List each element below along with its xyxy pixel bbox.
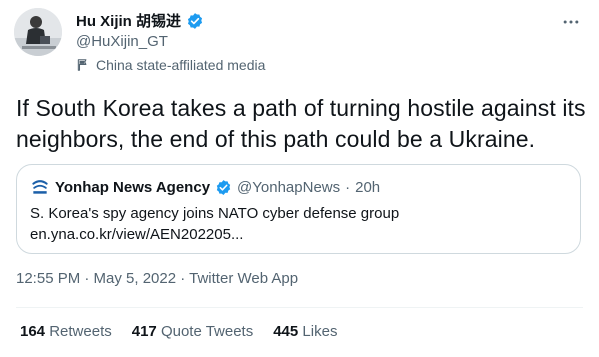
quoted-tweet-card[interactable]: Yonhap News Agency @YonhapNews · 20h S. … xyxy=(16,164,581,254)
likes-count: 445 xyxy=(273,323,299,340)
state-media-label-text: China state-affiliated media xyxy=(96,57,266,73)
likes-label: Likes xyxy=(302,323,338,340)
author-name-row[interactable]: Hu Xijin 胡锡进 xyxy=(76,10,204,31)
quoted-tweet-link: en.yna.co.kr/view/AEN202205... xyxy=(30,226,244,243)
quote-tweets-label: Quote Tweets xyxy=(160,323,254,340)
more-options-button[interactable] xyxy=(557,8,585,36)
quoted-time: 20h xyxy=(355,178,381,196)
more-icon xyxy=(563,20,579,24)
quoted-tweet-header: Yonhap News Agency @YonhapNews · 20h xyxy=(30,177,380,197)
state-media-flag-icon xyxy=(77,59,87,71)
quote-tweets-stat[interactable]: 417 Quote Tweets xyxy=(132,323,253,340)
quoted-author-name: Yonhap News Agency xyxy=(55,178,211,196)
verified-badge-icon xyxy=(187,12,203,29)
state-media-label[interactable]: China state-affiliated media xyxy=(76,57,265,73)
verified-badge-icon xyxy=(216,179,231,195)
retweets-stat[interactable]: 164 Retweets xyxy=(20,323,112,340)
tweet-stats: 164 Retweets 417 Quote Tweets 445 Likes xyxy=(20,323,337,340)
retweets-count: 164 xyxy=(20,323,46,340)
quote-tweets-count: 417 xyxy=(131,323,157,340)
yonhap-logo-icon xyxy=(30,177,50,197)
divider xyxy=(16,307,583,308)
likes-stat[interactable]: 445 Likes xyxy=(273,323,337,340)
quoted-tweet-text: S. Korea's spy agency joins NATO cyber d… xyxy=(30,205,400,222)
tweet-text: If South Korea takes a path of turning h… xyxy=(16,95,586,152)
author-display-name[interactable]: Hu Xijin 胡锡进 xyxy=(76,10,181,31)
quoted-tweet-body: S. Korea's spy agency joins NATO cyber d… xyxy=(30,203,399,245)
retweets-label: Retweets xyxy=(49,323,112,340)
quoted-separator: · xyxy=(345,178,351,196)
author-handle[interactable]: @HuXijin_GT xyxy=(76,33,168,50)
quoted-author-handle: @YonhapNews xyxy=(237,178,341,196)
author-avatar[interactable] xyxy=(14,8,62,56)
tweet-timestamp[interactable]: 12:55 PM · May 5, 2022 · Twitter Web App xyxy=(16,270,298,287)
